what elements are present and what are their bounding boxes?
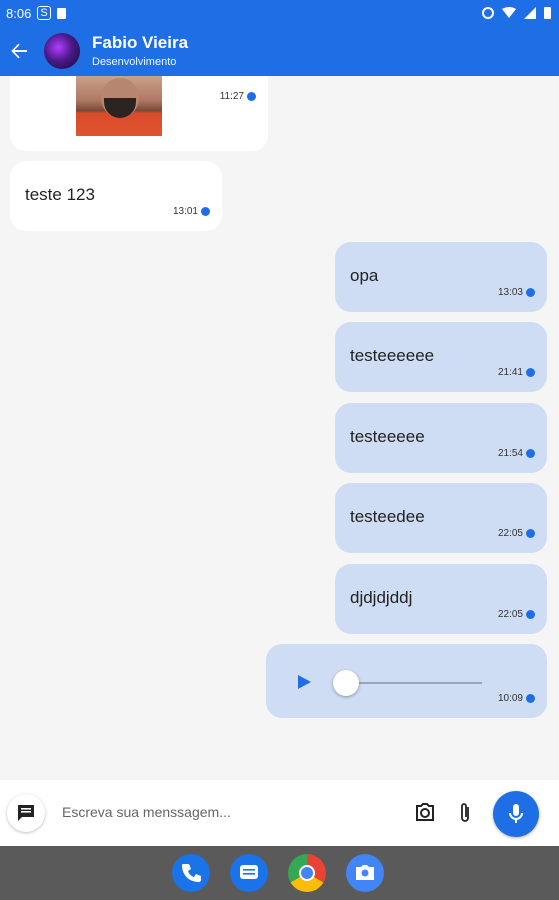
audio-progress-track[interactable]	[346, 682, 482, 684]
phone-app[interactable]	[172, 854, 210, 892]
chrome-icon	[299, 865, 315, 881]
message-time: 21:54	[498, 448, 535, 459]
status-bar: 8:06 S	[0, 0, 559, 26]
chat-icon	[18, 805, 34, 821]
read-tick-icon	[247, 92, 256, 101]
read-tick-icon	[526, 610, 535, 619]
message-photo[interactable]	[76, 76, 162, 136]
contact-name: Fabio Vieira	[92, 33, 189, 53]
message-composer: Escreva sua menssagem...	[0, 780, 559, 846]
contact-info[interactable]: Fabio Vieira Desenvolvimento	[92, 33, 189, 68]
message-time: 21:41	[498, 367, 535, 378]
wifi-icon	[502, 7, 516, 18]
record-audio-button[interactable]	[493, 791, 539, 837]
message-text: opa	[350, 266, 379, 285]
read-tick-icon	[526, 288, 535, 297]
read-tick-icon	[526, 449, 535, 458]
message-time: 13:01	[173, 206, 210, 217]
message-text-sent[interactable]: testeeeeee 21:41	[335, 322, 547, 392]
launcher-dock	[0, 846, 559, 900]
back-button[interactable]	[0, 26, 38, 76]
message-time: 11:27	[220, 91, 256, 102]
message-input[interactable]: Escreva sua menssagem...	[62, 804, 231, 820]
battery-icon	[544, 7, 551, 19]
message-text-sent[interactable]: testeeeee 21:54	[335, 403, 547, 473]
message-text: djdjdjddj	[350, 588, 413, 607]
back-arrow-icon	[11, 43, 27, 59]
message-text-sent[interactable]: djdjdjddj 22:05	[335, 564, 547, 634]
message-list[interactable]: 11:27 teste 123 13:01 opa 13:03 testeeee…	[0, 76, 559, 780]
s-notification-icon: S	[37, 6, 51, 20]
read-tick-icon	[526, 694, 535, 703]
camera-icon	[416, 803, 434, 821]
message-time: 22:05	[498, 528, 535, 539]
mic-icon	[509, 804, 523, 823]
message-time: 10:09	[498, 693, 535, 704]
contact-status: Desenvolvimento	[92, 55, 177, 68]
read-tick-icon	[526, 368, 535, 377]
contact-avatar[interactable]	[44, 33, 80, 69]
attach-button[interactable]	[458, 802, 482, 826]
location-icon	[482, 7, 494, 19]
phone-icon	[182, 864, 201, 882]
message-audio-sent[interactable]: 10:09	[266, 644, 547, 718]
message-time: 13:03	[498, 287, 535, 298]
message-text: testeeeeee	[350, 346, 435, 365]
audio-progress-knob[interactable]	[333, 670, 359, 696]
camera-app-icon	[356, 865, 374, 880]
read-tick-icon	[526, 529, 535, 538]
messages-icon	[240, 865, 258, 879]
message-text: testeeeee	[350, 427, 425, 446]
message-text: testeedee	[350, 507, 425, 526]
paperclip-icon	[461, 803, 469, 822]
camera-app[interactable]	[346, 854, 384, 892]
message-image-received[interactable]: 11:27	[10, 76, 268, 151]
play-icon[interactable]	[298, 675, 311, 689]
message-time: 22:05	[498, 609, 535, 620]
camera-button[interactable]	[414, 802, 438, 826]
status-time: 8:06	[6, 5, 32, 21]
read-tick-icon	[201, 207, 210, 216]
signal-icon	[524, 7, 536, 19]
message-text-sent[interactable]: testeedee 22:05	[335, 483, 547, 553]
message-text-sent[interactable]: opa 13:03	[335, 242, 547, 312]
message-text: teste 123	[25, 185, 95, 204]
sd-card-icon	[56, 7, 66, 19]
messages-app[interactable]	[230, 854, 268, 892]
message-text-received[interactable]: teste 123 13:01	[10, 161, 222, 231]
chrome-app[interactable]	[288, 854, 326, 892]
chat-options-button[interactable]	[7, 794, 45, 832]
app-bar: Fabio Vieira Desenvolvimento	[0, 26, 559, 76]
